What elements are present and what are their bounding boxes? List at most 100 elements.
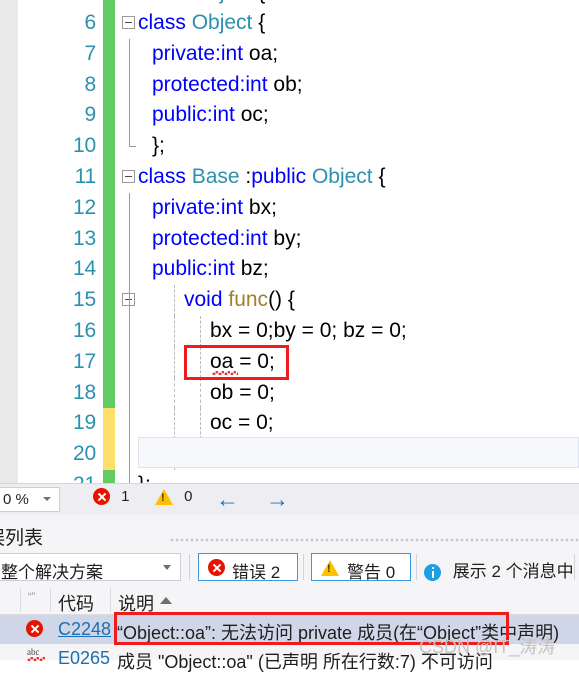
code-editor[interactable]: class Object { 6 class Object {7 private:i… — [0, 0, 579, 483]
code-text[interactable]: public:int bz; — [152, 254, 269, 285]
error-squiggle — [212, 370, 238, 375]
column-header-code[interactable]: 代码 — [58, 590, 94, 616]
toggle-errors-button[interactable]: 错误 2 — [198, 553, 298, 582]
code-line[interactable]: 13 protected:int by; — [0, 223, 579, 255]
error-list-column-header[interactable]: “” 代码 说明 — [0, 585, 579, 615]
toolbar-separator — [189, 554, 190, 580]
indent-guide-dashed — [200, 346, 201, 378]
code-text[interactable]: private:int oa; — [152, 39, 278, 70]
code-line[interactable]: 6 class Object { — [0, 8, 579, 39]
code-line[interactable]: 16 bx = 0;by = 0; bz = 0; — [0, 315, 579, 347]
change-bar — [103, 377, 115, 409]
change-bar — [103, 285, 115, 316]
toolbar-separator — [574, 554, 575, 580]
code-text[interactable]: public:int oc; — [152, 100, 269, 131]
info-icon — [424, 564, 441, 581]
status-warning-count[interactable]: 0 — [155, 488, 193, 505]
line-number: 11 — [74, 164, 97, 188]
status-error-count[interactable]: 1 — [93, 488, 130, 505]
line-number: 8 — [84, 72, 97, 96]
code-line[interactable]: 7 private:int oa; — [0, 38, 579, 70]
code-line[interactable]: 18 ob = 0; — [0, 377, 579, 409]
code-line[interactable]: 9 public:int oc; — [0, 100, 579, 132]
change-bar — [103, 38, 115, 70]
code-line[interactable]: 12 private:int bx; — [0, 192, 579, 224]
indent-guide-dashed — [200, 315, 201, 347]
collapse-minus-icon[interactable] — [122, 169, 135, 183]
indent-guide-dashed — [200, 377, 201, 409]
indent-guide — [129, 408, 130, 440]
indent-guide — [129, 315, 130, 347]
indent-guide-dashed — [174, 408, 175, 440]
line-number: 10 — [73, 134, 96, 158]
chevron-down-icon — [43, 497, 51, 501]
fold-toggle[interactable] — [122, 285, 138, 316]
fold-toggle[interactable] — [122, 8, 138, 39]
error-icon — [26, 620, 43, 638]
indent-guide — [129, 439, 130, 470]
warning-icon — [321, 560, 339, 576]
fold-toggle[interactable] — [122, 162, 138, 193]
change-bar — [103, 408, 115, 440]
code-text[interactable]: ob = 0; — [210, 378, 275, 409]
indent-guide — [129, 254, 130, 286]
code-line[interactable]: 8 protected:int ob; — [0, 69, 579, 101]
code-line-partial: class Object { — [0, 0, 579, 8]
code-text[interactable]: private:int bx; — [152, 193, 277, 224]
zoom-level-value: 0 % — [3, 491, 29, 508]
line-number: 21 — [0, 470, 96, 483]
line-number: 19 — [73, 411, 96, 435]
indent-guide-dashed — [200, 408, 201, 440]
code-text[interactable]: protected:int ob; — [152, 70, 303, 101]
code-text[interactable]: class Object { — [138, 8, 265, 39]
change-bar — [103, 161, 115, 193]
toggle-warnings-button[interactable]: 警告 0 — [311, 553, 411, 582]
code-text[interactable]: protected:int by; — [152, 224, 301, 255]
code-text[interactable]: }; — [152, 131, 165, 162]
scope-filter-value: 整个解决方案 — [1, 563, 103, 582]
code-line[interactable]: 17 oa = 0; — [0, 346, 579, 378]
change-bar — [103, 469, 115, 483]
line-number: 6 — [84, 11, 97, 34]
indent-guide-dashed — [174, 315, 175, 347]
indent-guide — [129, 131, 136, 148]
navigate-back-arrow-icon[interactable]: ← — [216, 488, 239, 511]
indent-guide — [129, 192, 130, 224]
collapse-minus-icon[interactable] — [122, 16, 135, 29]
zoom-level-dropdown[interactable]: 0 % — [0, 487, 60, 512]
code-line[interactable]: 15 void func() { — [0, 285, 579, 316]
toolbar-separator — [303, 554, 304, 580]
panel-title-dotted-rule — [170, 538, 579, 543]
error-code-link[interactable]: E0265 — [58, 648, 110, 669]
line-number: 15 — [73, 288, 96, 312]
change-bar — [103, 100, 115, 132]
editor-status-bar[interactable]: 0 % 1 0 ← → — [0, 483, 579, 515]
code-line[interactable]: 11 class Base :public Object { — [0, 161, 579, 193]
code-line[interactable]: 21}; — [0, 469, 579, 483]
sort-ascending-icon — [160, 597, 172, 604]
warning-icon — [155, 489, 173, 505]
line-number: 20 — [73, 442, 96, 466]
column-header-description[interactable]: 说明 — [118, 590, 154, 616]
change-bar — [103, 315, 115, 347]
code-text[interactable]: oc = 0; — [210, 408, 274, 439]
code-line[interactable]: 10}; — [0, 131, 579, 162]
scope-filter-dropdown[interactable]: 整个解决方案 — [0, 553, 181, 582]
code-line[interactable]: 19 oc = 0; — [0, 408, 579, 440]
toggle-errors-label: 错误 2 — [232, 563, 281, 582]
code-text[interactable]: }; — [138, 470, 151, 483]
current-line-highlight — [138, 437, 579, 468]
code-text[interactable]: void func() { — [184, 285, 295, 316]
chevron-down-icon — [163, 565, 171, 570]
line-number: 12 — [73, 195, 96, 219]
code-line[interactable]: 14 public:int bz; — [0, 254, 579, 286]
change-bar — [103, 192, 115, 224]
watermark: CSDN @IT_涛涛 — [419, 637, 556, 657]
indent-guide — [129, 69, 130, 101]
code-text[interactable]: bx = 0;by = 0; bz = 0; — [210, 316, 407, 347]
error-code-link[interactable]: C2248 — [58, 619, 111, 640]
navigate-forward-arrow-icon[interactable]: → — [266, 488, 289, 511]
error-list-toolbar[interactable]: 整个解决方案 错误 2 警告 0 展示 2 个消息中的 0 个 — [0, 551, 579, 606]
code-text[interactable]: class Base :public Object { — [138, 162, 386, 193]
change-bar — [103, 0, 115, 8]
